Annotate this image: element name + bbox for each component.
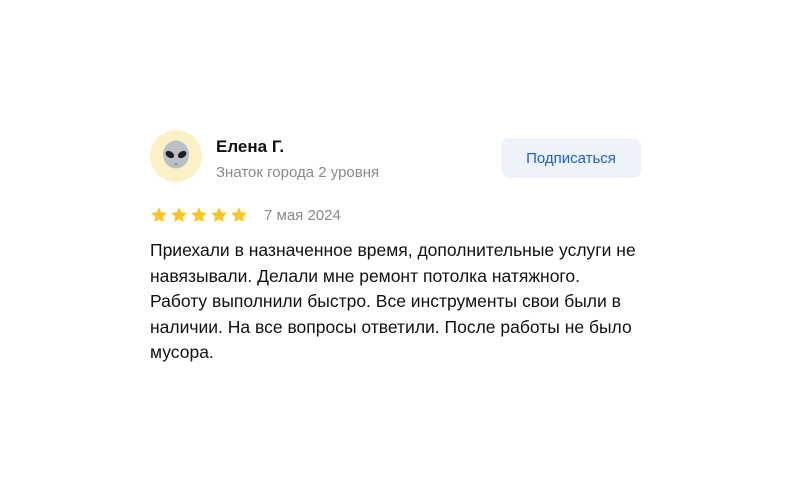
star-icon [191, 207, 207, 223]
star-icon [151, 207, 167, 223]
subscribe-button[interactable]: Подписаться [501, 138, 641, 178]
star-icon [171, 207, 187, 223]
star-icon [231, 207, 247, 223]
review-meta: 7 мая 2024 [150, 204, 645, 226]
review-card: Елена Г. Знаток города 2 уровня Подписат… [150, 128, 645, 366]
author-level: Знаток города 2 уровня [216, 164, 380, 181]
review-text: Приехали в назначенное время, дополнител… [150, 240, 636, 362]
rating-stars [150, 206, 248, 224]
review-header: Елена Г. Знаток города 2 уровня Подписат… [150, 128, 645, 186]
author-name[interactable]: Елена Г. [216, 137, 284, 157]
review-date: 7 мая 2024 [264, 206, 341, 224]
star-icon [211, 207, 227, 223]
alien-emoji-icon [163, 140, 189, 169]
avatar[interactable] [150, 130, 202, 182]
page: Елена Г. Знаток города 2 уровня Подписат… [0, 0, 790, 490]
